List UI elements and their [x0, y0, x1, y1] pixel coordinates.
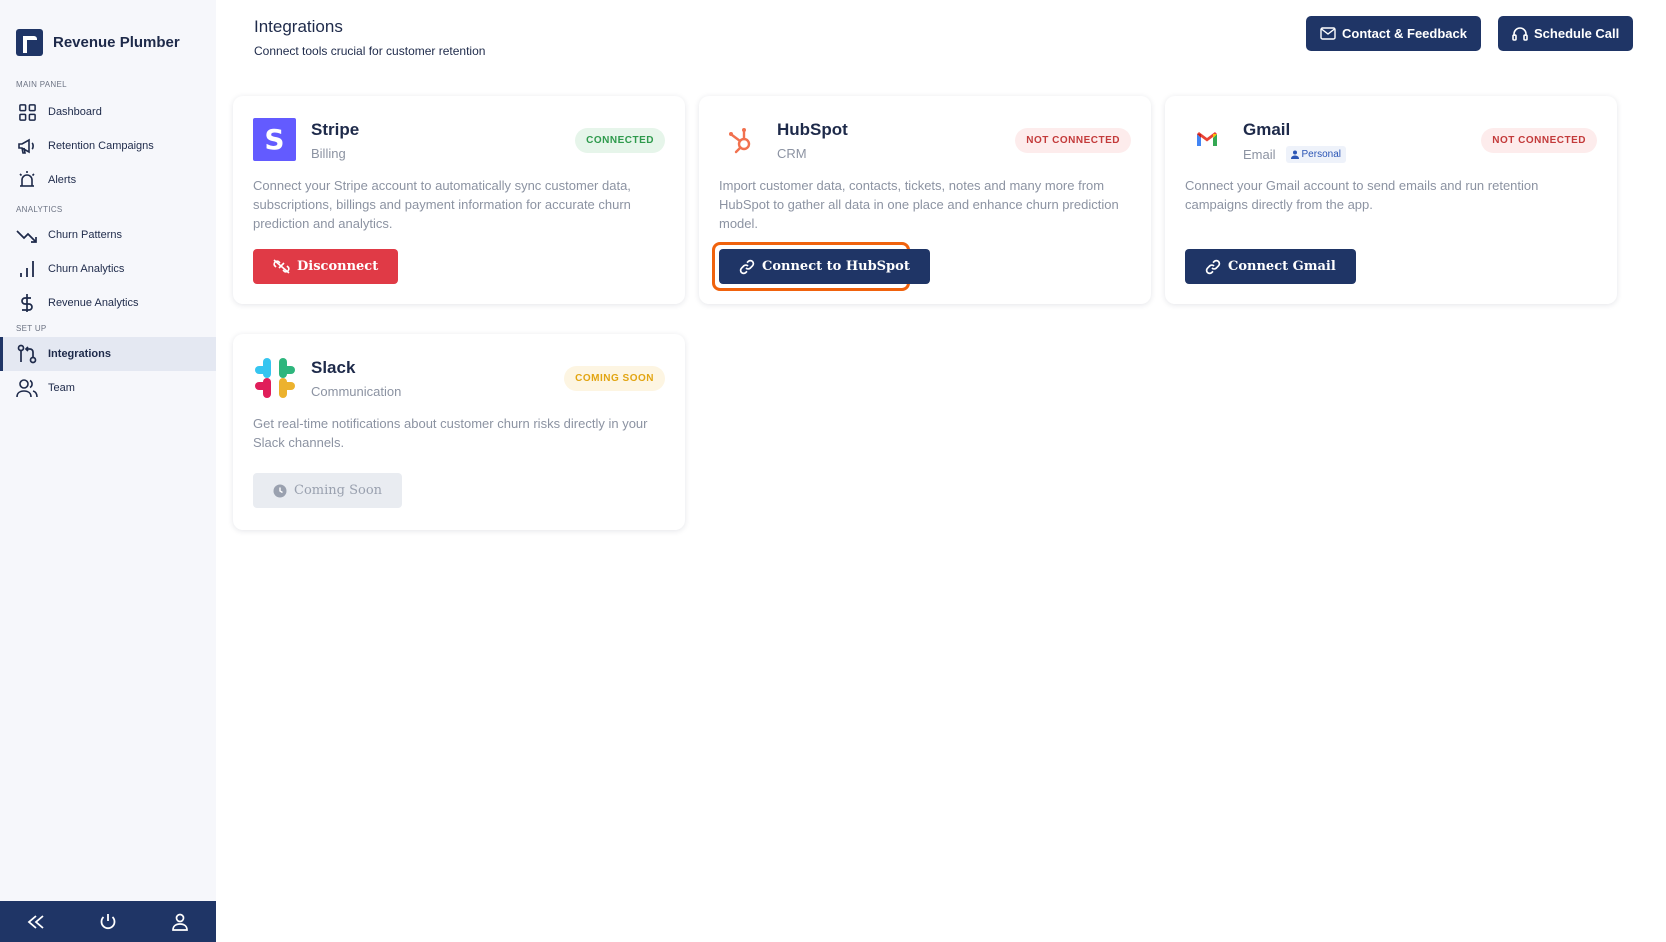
contact-feedback-button[interactable]: Contact & Feedback: [1306, 16, 1481, 51]
status-badge: COMING SOON: [564, 366, 665, 391]
connect-gmail-button[interactable]: Connect Gmail: [1185, 249, 1356, 284]
sidebar-item-integrations[interactable]: Integrations: [0, 337, 216, 371]
sidebar-item-dashboard[interactable]: Dashboard: [0, 95, 216, 129]
disconnect-label: Disconnect: [297, 259, 379, 274]
integration-card-gmail: Gmail Email Personal NOT CONNECTED Conne…: [1165, 96, 1617, 304]
sidebar-item-label: Churn Analytics: [48, 263, 125, 275]
sidebar-item-label: Churn Patterns: [48, 229, 122, 241]
integration-category: Email Personal: [1243, 146, 1346, 163]
brand-name: Revenue Plumber: [53, 33, 180, 51]
integration-category: CRM: [777, 146, 807, 161]
status-badge: NOT CONNECTED: [1481, 128, 1597, 153]
stripe-logo-icon: S: [253, 118, 296, 161]
connect-hubspot-button[interactable]: Connect to HubSpot: [719, 249, 930, 284]
link-icon: [739, 259, 755, 274]
main-content: Integrations Connect tools crucial for c…: [216, 0, 1666, 942]
user-icon[interactable]: [165, 907, 195, 937]
sidebar-item-label: Retention Campaigns: [48, 140, 154, 152]
gmail-logo-icon: [1185, 118, 1228, 161]
clock-icon: [273, 484, 287, 497]
integration-description: Connect your Gmail account to send email…: [1185, 178, 1539, 212]
integration-card-hubspot: HubSpot CRM NOT CONNECTED Import custome…: [699, 96, 1151, 304]
sidebar-item-revenue-analytics[interactable]: Revenue Analytics: [0, 286, 216, 320]
status-badge: NOT CONNECTED: [1015, 128, 1131, 153]
connect-gmail-label: Connect Gmail: [1228, 259, 1336, 274]
disconnect-button[interactable]: Disconnect: [253, 249, 399, 284]
integration-name: Slack: [311, 358, 356, 377]
mail-icon: [1320, 27, 1336, 40]
page-title: Integrations: [254, 17, 343, 36]
sidebar-item-label: Dashboard: [48, 106, 102, 118]
sidebar-item-label: Alerts: [48, 174, 77, 186]
sidebar-item-label: Team: [48, 382, 75, 394]
dollar-icon: [16, 292, 38, 314]
coming-soon-button[interactable]: Coming Soon: [253, 473, 403, 508]
coming-soon-label: Coming Soon: [294, 483, 383, 498]
bar-chart-icon: [16, 258, 38, 280]
sidebar-item-churn-patterns[interactable]: Churn Patterns: [0, 218, 216, 252]
page-subtitle: Connect tools crucial for customer reten…: [254, 44, 486, 58]
sidebar-item-label: Integrations: [48, 348, 111, 360]
slack-logo-icon: [253, 356, 296, 399]
section-label-analytics: ANALYTICS: [16, 205, 63, 214]
sidebar-item-churn-analytics[interactable]: Churn Analytics: [0, 252, 216, 286]
trend-down-icon: [16, 224, 38, 246]
unlink-icon: [273, 259, 290, 274]
integration-description: Connect your Stripe account to automatic…: [253, 178, 631, 231]
connect-hubspot-label: Connect to HubSpot: [762, 259, 910, 274]
sidebar-item-label: Revenue Analytics: [48, 297, 139, 309]
sidebar-footer: [0, 901, 216, 942]
integration-description: Import customer data, contacts, tickets,…: [719, 178, 1119, 231]
collapse-icon[interactable]: [21, 907, 51, 937]
sidebar-item-team[interactable]: Team: [0, 371, 216, 405]
contact-feedback-label: Contact & Feedback: [1342, 26, 1467, 41]
schedule-call-button[interactable]: Schedule Call: [1498, 16, 1634, 51]
brand[interactable]: Revenue Plumber: [0, 0, 216, 60]
integration-name: Gmail: [1243, 120, 1291, 139]
grid-icon: [16, 101, 38, 123]
sidebar-item-retention-campaigns[interactable]: Retention Campaigns: [0, 129, 216, 163]
integration-name: HubSpot: [777, 120, 848, 139]
headset-icon: [1512, 27, 1528, 41]
person-icon: [1290, 150, 1299, 159]
integration-category: Billing: [311, 146, 346, 161]
section-label-main-panel: MAIN PANEL: [16, 80, 67, 89]
integration-category: Communication: [311, 384, 402, 399]
hubspot-logo-icon: [719, 118, 762, 161]
schedule-call-label: Schedule Call: [1534, 26, 1620, 41]
link-icon: [1205, 259, 1221, 274]
brand-logo-icon: [16, 28, 43, 56]
megaphone-icon: [16, 135, 38, 157]
section-label-set-up: SET UP: [16, 324, 47, 333]
users-icon: [16, 377, 38, 399]
sidebar: Revenue Plumber MAIN PANEL Dashboard Ret…: [0, 0, 216, 942]
integration-card-slack: Slack Communication COMING SOON Get real…: [233, 334, 685, 530]
integration-card-stripe: S Stripe Billing CONNECTED Connect your …: [233, 96, 685, 304]
sidebar-item-alerts[interactable]: Alerts: [0, 163, 216, 197]
git-pull-icon: [16, 343, 38, 365]
integration-description: Get real-time notifications about custom…: [253, 416, 648, 450]
status-badge: CONNECTED: [575, 128, 665, 153]
integration-name: Stripe: [311, 120, 360, 139]
alarm-icon: [16, 169, 38, 191]
personal-tag: Personal: [1285, 146, 1346, 163]
power-icon[interactable]: [93, 907, 123, 937]
